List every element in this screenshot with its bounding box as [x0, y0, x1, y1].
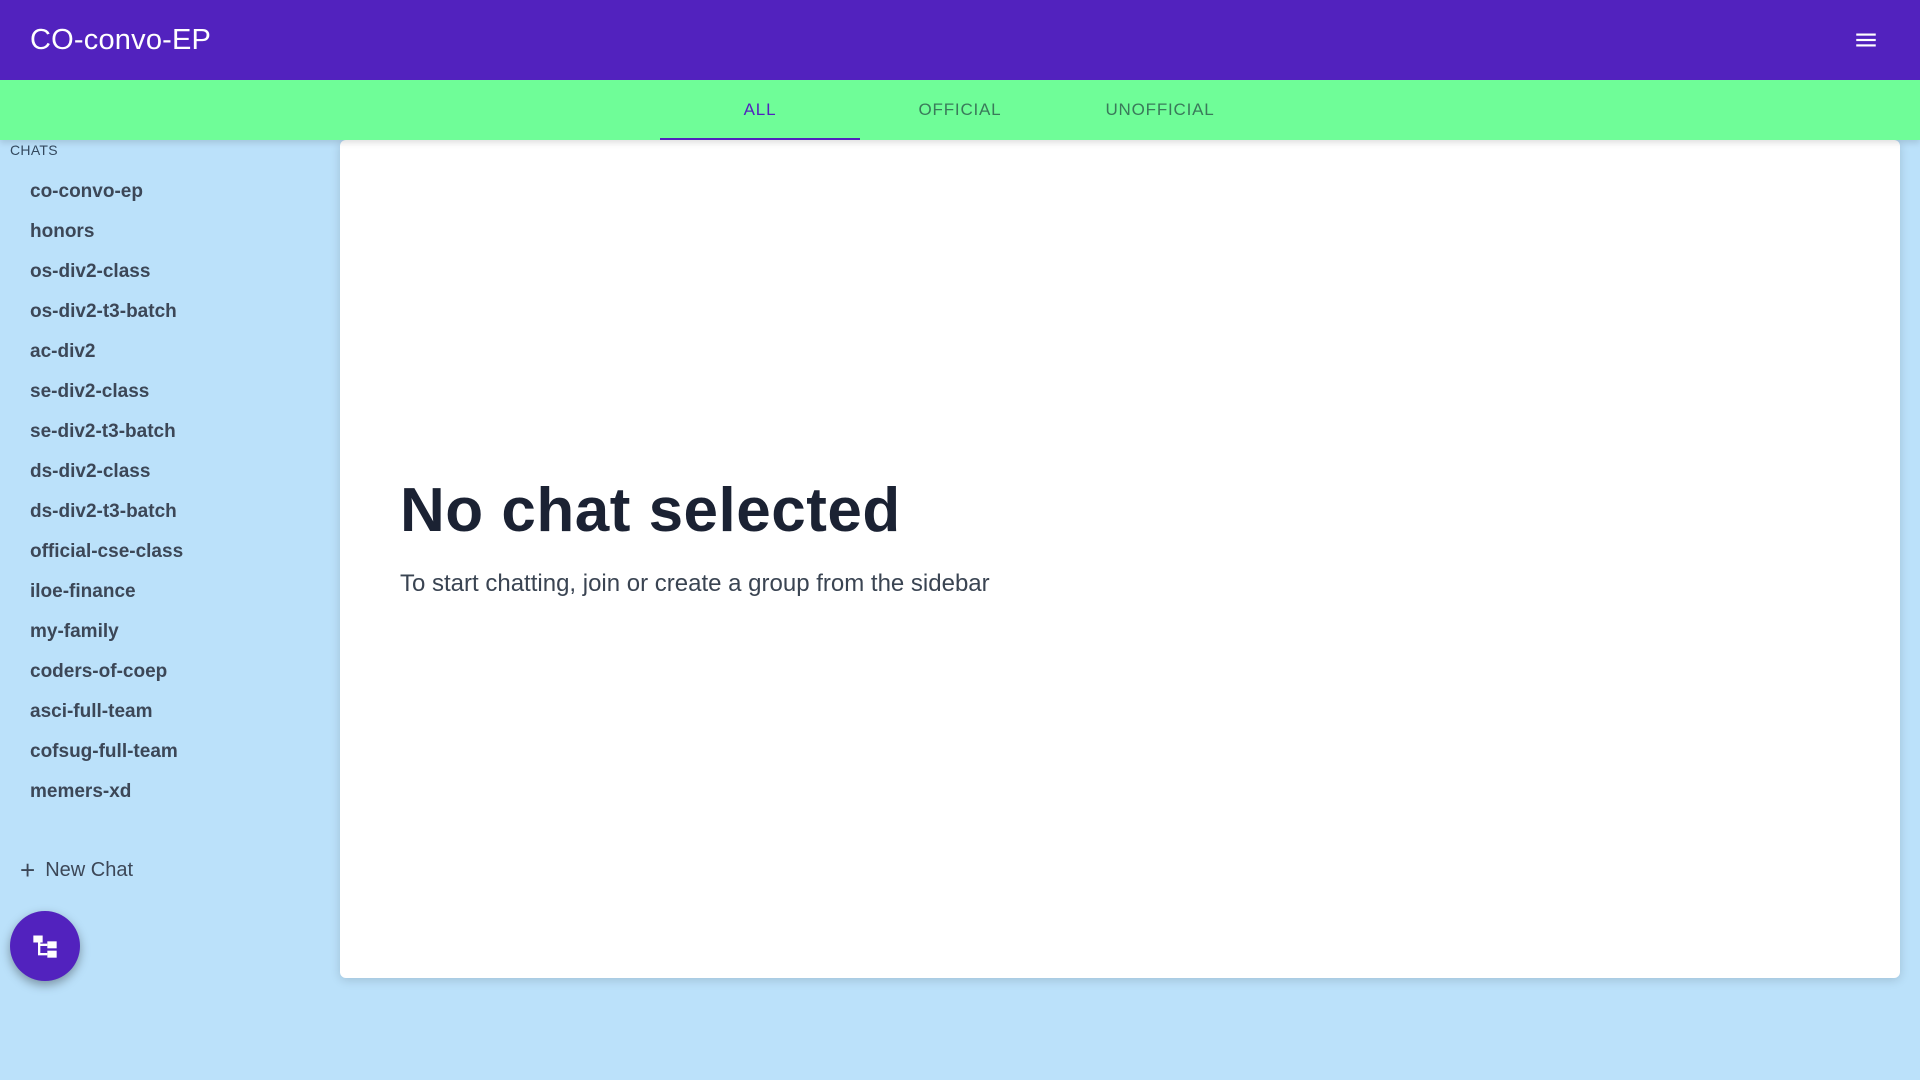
chat-item-se-div2-t3-batch[interactable]: se-div2-t3-batch [0, 412, 330, 452]
chat-list: co-convo-ep honors os-div2-class os-div2… [0, 172, 330, 812]
empty-state-title: No chat selected [400, 476, 901, 545]
empty-state-subtitle: To start chatting, join or create a grou… [400, 570, 990, 597]
chat-item-coders-of-coep[interactable]: coders-of-coep [0, 652, 330, 692]
sidebar-header: CHATS [10, 142, 58, 158]
app-title: CO-convo-EP [30, 23, 212, 56]
tab-all[interactable]: ALL [660, 80, 860, 140]
chat-item-official-cse-class[interactable]: official-cse-class [0, 532, 330, 572]
hamburger-menu-icon [1856, 33, 1876, 47]
chat-item-ac-div2[interactable]: ac-div2 [0, 332, 330, 372]
new-chat-label: New Chat [45, 858, 133, 881]
menu-button[interactable] [1846, 20, 1886, 60]
chat-item-my-family[interactable]: my-family [0, 612, 330, 652]
plus-icon: + [20, 855, 36, 885]
chat-item-honors[interactable]: honors [0, 212, 330, 252]
sitemap-fab-button[interactable] [10, 911, 80, 981]
chat-item-os-div2-class[interactable]: os-div2-class [0, 252, 330, 292]
chat-item-iloe-finance[interactable]: iloe-finance [0, 572, 330, 612]
sitemap-icon [33, 935, 57, 958]
chat-item-asci-full-team[interactable]: asci-full-team [0, 692, 330, 732]
chat-item-ds-div2-class[interactable]: ds-div2-class [0, 452, 330, 492]
tab-official[interactable]: OFFICIAL [860, 80, 1060, 140]
tab-bar: ALL OFFICIAL UNOFFICIAL [0, 80, 1920, 140]
chat-item-memers-xd[interactable]: memers-xd [0, 772, 330, 812]
chat-item-se-div2-class[interactable]: se-div2-class [0, 372, 330, 412]
chat-item-co-convo-ep[interactable]: co-convo-ep [0, 172, 330, 212]
app-bar: CO-convo-EP [0, 0, 1920, 80]
tab-unofficial[interactable]: UNOFFICIAL [1060, 80, 1260, 140]
chat-item-os-div2-t3-batch[interactable]: os-div2-t3-batch [0, 292, 330, 332]
chat-item-ds-div2-t3-batch[interactable]: ds-div2-t3-batch [0, 492, 330, 532]
new-chat-button[interactable]: + New Chat [20, 857, 133, 883]
main-panel: No chat selected To start chatting, join… [340, 140, 1900, 978]
chat-item-cofsug-full-team[interactable]: cofsug-full-team [0, 732, 330, 772]
sidebar: CHATS co-convo-ep honors os-div2-class o… [0, 140, 330, 1080]
